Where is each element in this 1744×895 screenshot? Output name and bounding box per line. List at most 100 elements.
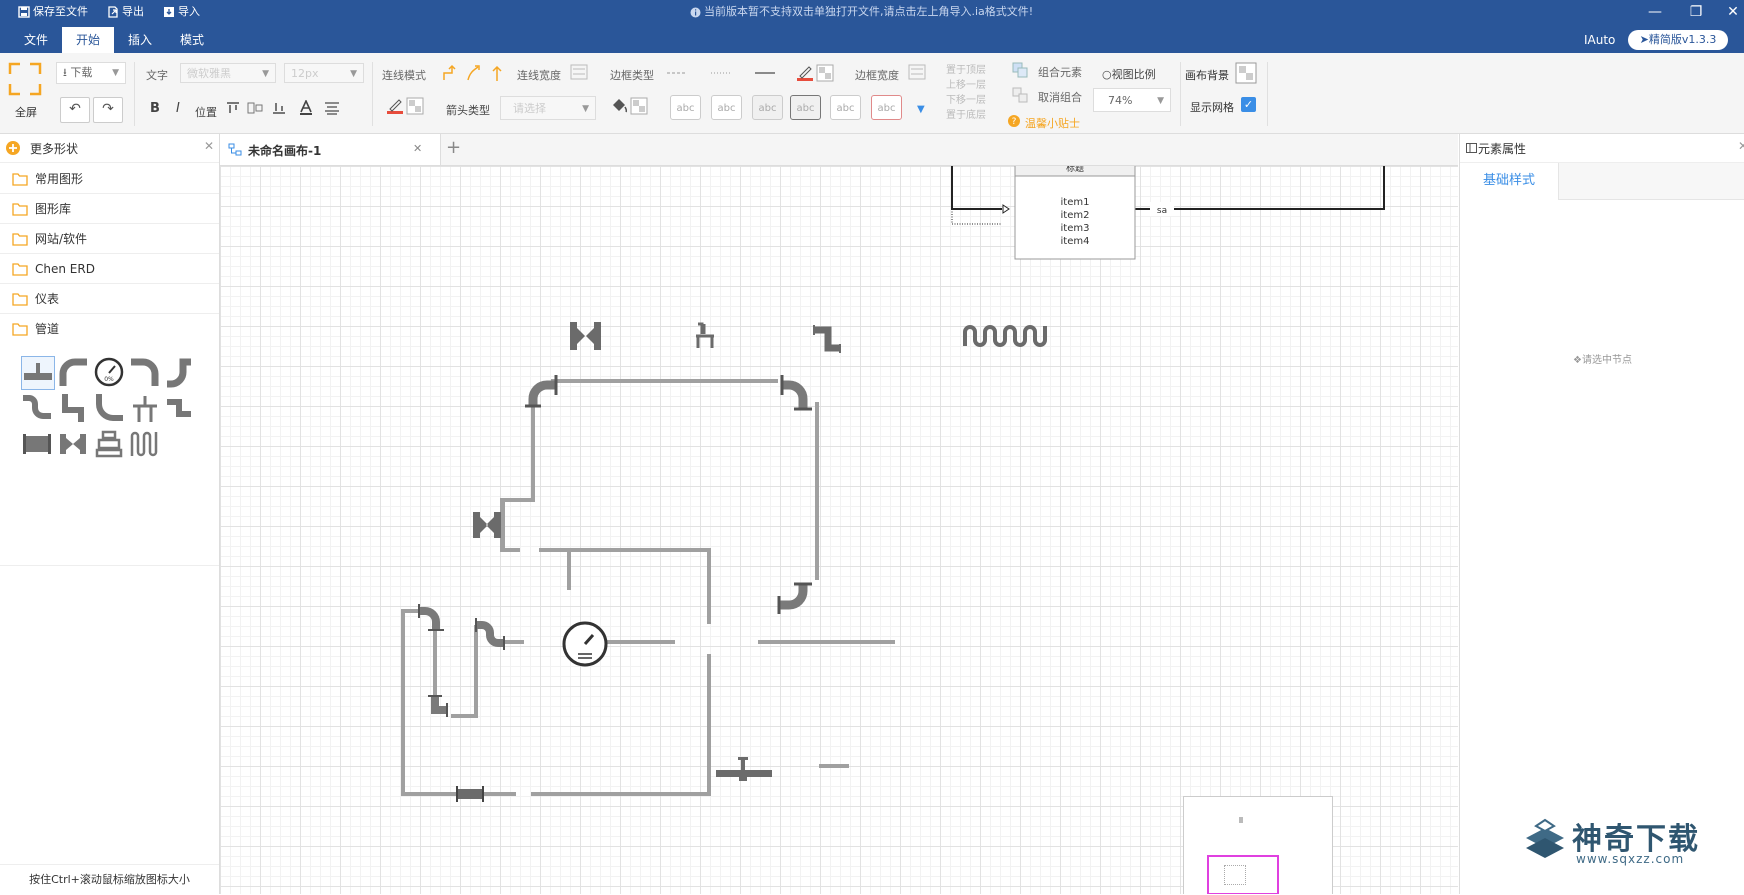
fill-checker-icon[interactable] [630,97,648,118]
shape-pipe-gauge[interactable]: 0% [93,356,125,388]
font-family-select[interactable]: 微软雅黑 ▼ [180,63,276,83]
style-sample-4[interactable]: abc [790,95,821,120]
style-sample-5[interactable]: abc [830,95,861,120]
shape-pipe-elbow-1[interactable] [57,356,89,388]
canvas-bg-button[interactable] [1235,62,1257,87]
download-select[interactable]: ⭳ 下载 ▼ [56,62,126,84]
pipe-straight-bottom[interactable] [456,786,484,802]
arrow-type-select[interactable]: 请选择 ▼ [500,96,596,120]
align-top-icon[interactable] [226,101,240,118]
bring-to-front-button[interactable]: 置于顶层 [946,61,986,76]
font-size-select[interactable]: 12px ▼ [284,63,364,83]
minimize-button[interactable]: — [1642,1,1668,23]
text-align-icon[interactable] [324,101,340,118]
line-style-checker-icon[interactable] [406,97,424,118]
shape-pipe-elbow-3[interactable] [165,356,197,388]
close-tab-icon[interactable]: ✕ [413,142,422,155]
close-panel-icon[interactable]: ✕ [204,139,214,153]
align-bottom-icon[interactable] [272,101,286,118]
import-button[interactable]: 导入 [163,3,200,21]
tab-mode[interactable]: 模式 [168,27,216,53]
line-mode-straight-icon[interactable] [490,64,504,85]
tab-basic-style[interactable]: 基础样式 [1460,163,1559,200]
shape-pipe-s-bend[interactable] [21,392,53,424]
pipe-elbow-left[interactable] [418,604,444,631]
category-gauges[interactable]: 仪表 [0,284,219,314]
minimap[interactable] [1183,796,1333,894]
save-to-file-button[interactable]: 保存至文件 [18,3,88,21]
undo-button[interactable]: ↶ [60,97,90,123]
style-sample-6[interactable]: abc [871,95,902,120]
edge-dot-icon[interactable] [710,66,732,80]
shape-pipe-step[interactable] [57,392,89,424]
close-window-button[interactable]: ✕ [1720,1,1744,23]
pipe-s-bend[interactable] [475,618,505,650]
shape-pipe-pump[interactable] [93,428,125,460]
edge-color-icon[interactable] [796,64,814,85]
line-width-icon[interactable] [570,64,588,83]
edge-style-checker-icon[interactable] [816,64,834,85]
category-chen-erd[interactable]: Chen ERD [0,254,219,284]
style-sample-1[interactable]: abc [670,95,701,120]
pipe-elbow-top-right[interactable] [780,375,812,411]
pipe-network[interactable] [401,379,895,796]
tab-start[interactable]: 开始 [62,27,114,53]
italic-button[interactable]: I [176,101,180,116]
shape-pipe-elbow-2[interactable] [129,356,161,388]
send-to-back-button[interactable]: 置于底层 [946,106,986,121]
close-panel-icon[interactable]: ✕ [1738,139,1744,153]
fill-bucket-icon[interactable] [610,97,628,118]
bold-button[interactable]: B [150,101,160,116]
pipe-valve-left[interactable] [473,512,501,538]
tips-link[interactable]: 温馨小贴士 [1025,115,1080,131]
pipe-coil-shape[interactable] [963,325,1047,347]
restore-button[interactable]: ❐ [1683,1,1709,23]
style-sample-2[interactable]: abc [711,95,742,120]
line-mode-orthogonal-icon[interactable] [442,64,460,85]
category-web-software[interactable]: 网站/软件 [0,224,219,254]
shape-pipe-valve-tee[interactable] [21,356,55,390]
shape-pipe-curve[interactable] [93,392,125,424]
move-up-button[interactable]: 上移一层 [946,76,986,91]
add-tab-button[interactable]: + [446,137,461,158]
font-color-icon[interactable] [299,99,313,119]
shape-pipe-straight[interactable] [21,428,53,460]
pipe-valve-shape[interactable] [570,322,601,350]
edge-width-icon[interactable] [908,64,926,83]
edge-solid-icon[interactable] [754,66,776,80]
align-middle-icon[interactable] [247,101,263,118]
drawing-canvas[interactable]: 标题 item1 item2 item3 item4 sa [220,166,1458,894]
category-common-shapes[interactable]: 常用图形 [0,164,219,194]
tab-insert[interactable]: 插入 [118,27,162,53]
shape-pipe-tee[interactable] [129,392,161,424]
shape-pipe-faucet[interactable] [165,392,197,424]
export-button[interactable]: 导出 [107,3,144,21]
line-color-icon[interactable] [386,97,404,118]
pipe-faucet-shape[interactable] [813,325,841,353]
more-styles-icon[interactable]: ▼ [917,104,925,115]
pipe-valve-tee-shape[interactable] [716,757,772,781]
show-grid-checkbox[interactable]: ✓ [1241,97,1256,112]
edge-dash-icon[interactable] [666,66,688,80]
shape-pipe-coil[interactable] [129,428,161,460]
category-shape-library[interactable]: 图形库 [0,194,219,224]
shape-pipe-valve[interactable] [57,428,89,460]
toolbar-divider [1180,62,1181,126]
more-shapes-header[interactable]: 更多形状 ✕ [0,134,219,163]
category-pipes[interactable]: 管道 [0,314,219,344]
canvas-tab[interactable]: 未命名画布-1 ✕ [220,134,441,165]
ungroup-button[interactable]: 取消组合 [1038,89,1082,105]
pipe-gauge[interactable] [562,621,608,667]
move-down-button[interactable]: 下移一层 [946,91,986,106]
line-mode-curve-icon[interactable] [466,64,484,85]
tab-file[interactable]: 文件 [14,27,58,53]
pipe-step-bottom[interactable] [428,695,448,717]
redo-button[interactable]: ↷ [93,97,123,123]
fullscreen-button[interactable] [8,62,42,96]
pipe-elbow-bottom-right[interactable] [777,582,812,614]
zoom-select[interactable]: 74% ▼ [1093,88,1171,112]
style-sample-3[interactable]: abc [752,95,783,120]
pipe-tee-shape[interactable] [696,322,714,348]
group-button[interactable]: 组合元素 [1038,64,1082,80]
version-badge[interactable]: ➤精简版v1.3.3 [1628,30,1728,50]
